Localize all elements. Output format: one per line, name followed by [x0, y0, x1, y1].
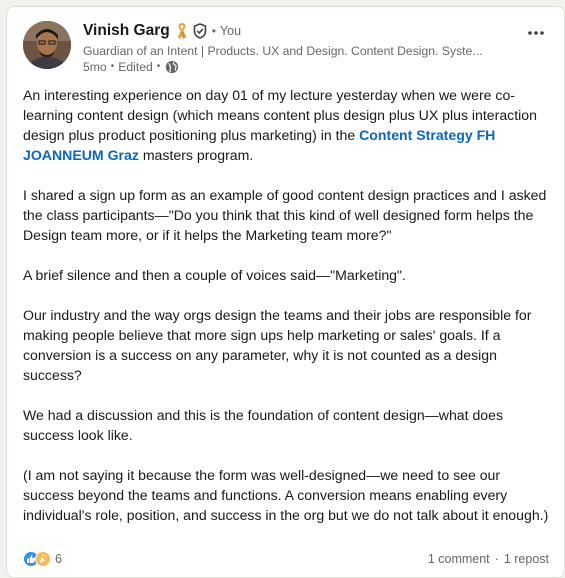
celebrate-icon — [35, 551, 51, 567]
bullet-separator: • — [156, 61, 161, 72]
ellipsis-icon — [528, 31, 544, 35]
bullet-separator: • — [211, 24, 216, 38]
post-paragraph: (I am not saying it because the form was… — [23, 467, 549, 523]
post-paragraph: I shared a sign up form as an example of… — [23, 187, 547, 243]
post-paragraph: We had a discussion and this is the foun… — [23, 407, 504, 443]
paragraph-text: masters program. — [138, 147, 254, 163]
post-header: Vinish Garg • You Guardian of an Intent … — [23, 21, 543, 77]
social-counts: 6 1 comment · 1 repost — [23, 549, 549, 569]
verified-shield-icon — [193, 23, 207, 39]
post-time-row: 5mo • Edited • — [83, 59, 513, 75]
ribbon-icon — [176, 22, 188, 40]
post-time: 5mo — [83, 60, 107, 74]
post-paragraph: Our industry and the way orgs design the… — [23, 307, 532, 383]
avatar[interactable] — [23, 21, 71, 69]
bullet-separator: • — [110, 61, 115, 72]
more-options-button[interactable] — [524, 21, 548, 45]
comments-count-link[interactable]: 1 comment — [428, 552, 490, 566]
globe-icon — [165, 60, 179, 74]
edited-label: Edited — [118, 60, 153, 74]
engagement-stats: 1 comment · 1 repost — [428, 552, 549, 566]
relation-label: You — [219, 24, 242, 38]
reactions-summary[interactable]: 6 — [23, 551, 62, 567]
author-name[interactable]: Vinish Garg — [83, 22, 170, 40]
post-paragraph: An interesting experience on day 01 of m… — [23, 85, 551, 165]
author-headline: Guardian of an Intent | Products. UX and… — [83, 44, 483, 58]
stats-separator: · — [494, 552, 499, 566]
reposts-count-link[interactable]: 1 repost — [504, 552, 549, 566]
post-body: An interesting experience on day 01 of m… — [23, 85, 551, 525]
author-meta: Vinish Garg • You Guardian of an Intent … — [83, 21, 513, 75]
reaction-count: 6 — [55, 552, 62, 566]
avatar-photo — [23, 21, 71, 69]
author-name-row: Vinish Garg • You — [83, 21, 513, 41]
post-paragraph: A brief silence and then a couple of voi… — [23, 267, 406, 283]
post-card: Vinish Garg • You Guardian of an Intent … — [6, 6, 565, 578]
